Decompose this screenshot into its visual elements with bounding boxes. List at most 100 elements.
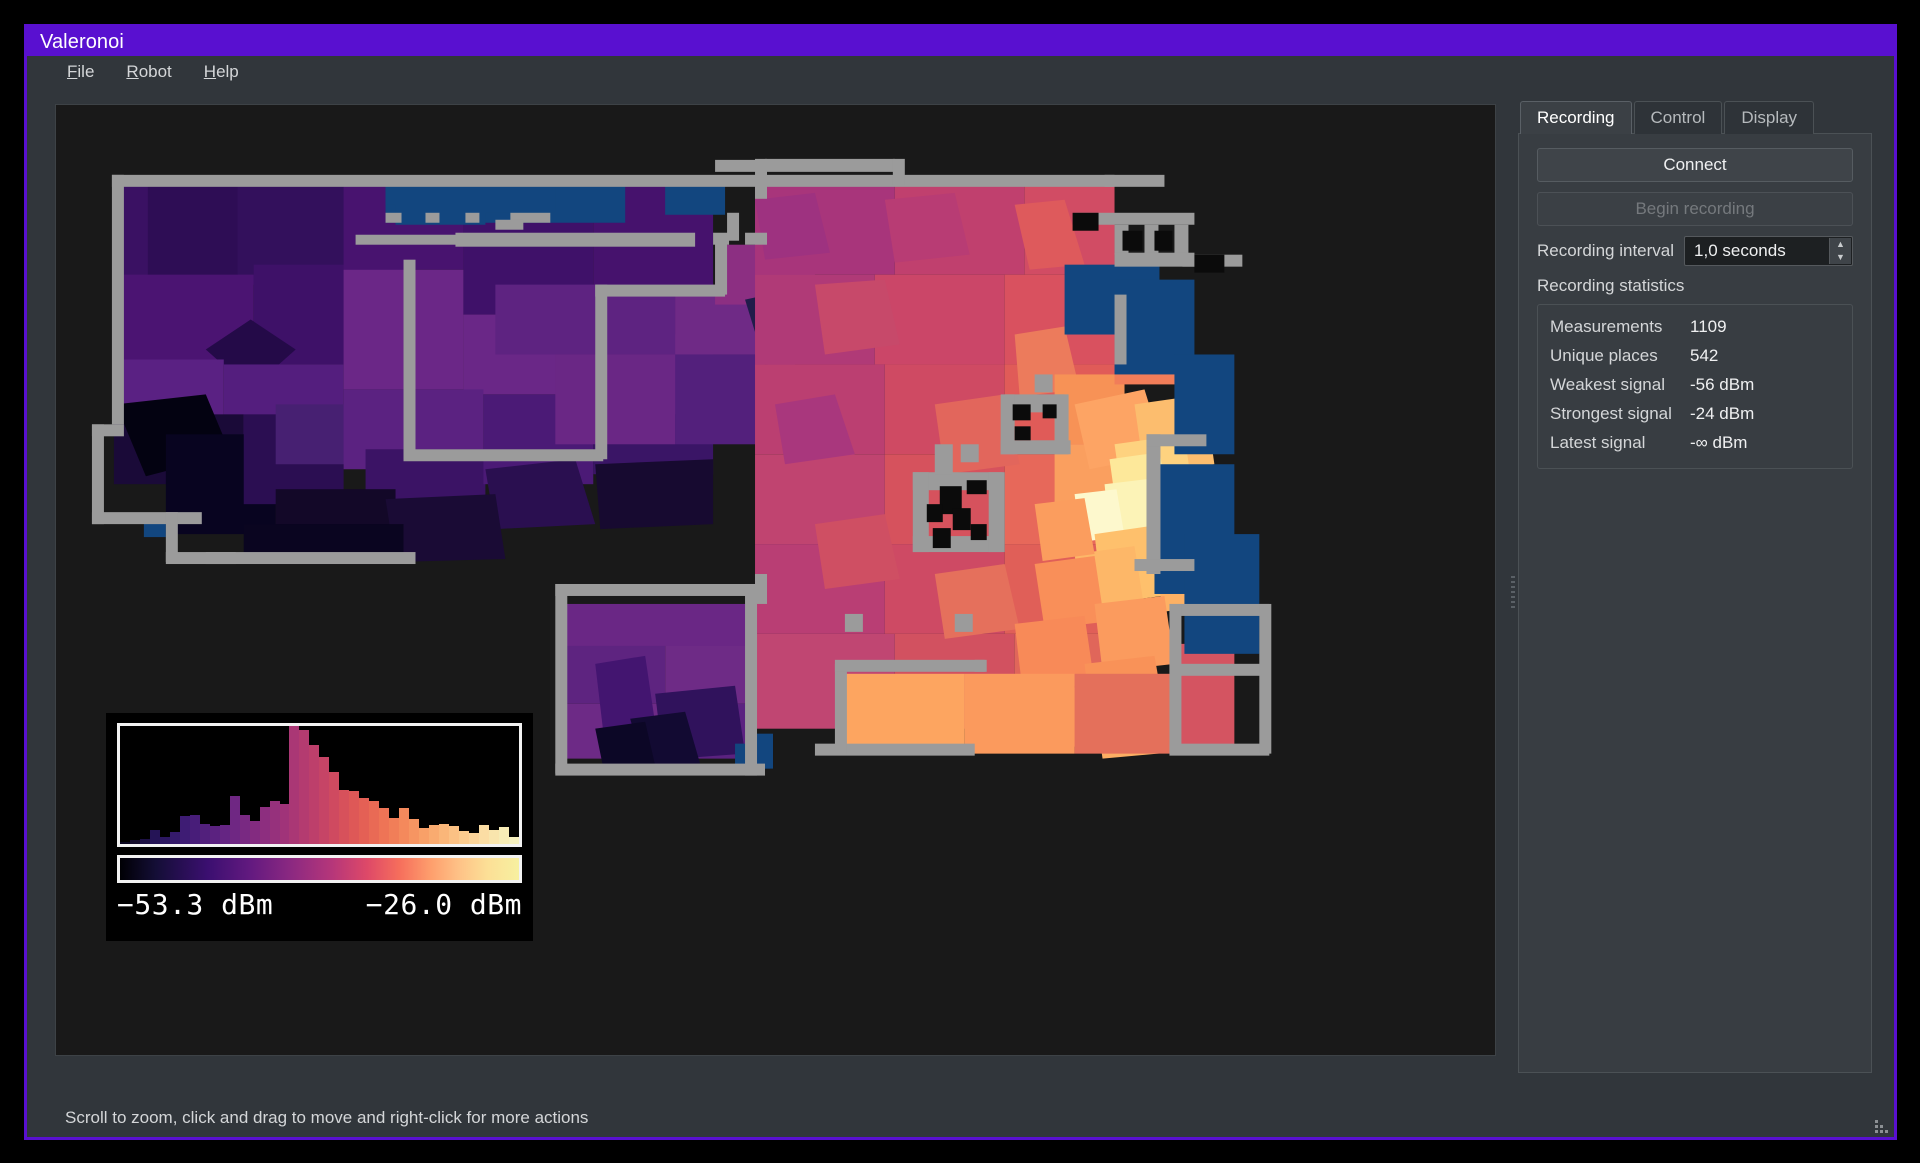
histogram-bar bbox=[439, 823, 449, 844]
histogram-bar bbox=[468, 833, 479, 844]
stat-key: Measurements bbox=[1550, 317, 1663, 336]
resize-grip-icon[interactable] bbox=[1870, 1115, 1888, 1133]
histogram-bar bbox=[309, 745, 320, 844]
histogram-bar bbox=[159, 836, 170, 844]
table-row: Measurements 1109 bbox=[1550, 313, 1840, 342]
histogram-bar bbox=[508, 836, 519, 844]
recording-interval-row: Recording interval 1,0 seconds ▲ ▼ bbox=[1537, 236, 1853, 266]
menu-bar: File Robot Help bbox=[27, 56, 1894, 87]
histogram-bar bbox=[189, 815, 200, 844]
histogram-bar bbox=[289, 726, 300, 844]
histogram-bar bbox=[389, 817, 400, 844]
tab-recording[interactable]: Recording bbox=[1520, 101, 1632, 134]
stat-key: Strongest signal bbox=[1550, 404, 1672, 423]
histogram-bar bbox=[409, 818, 420, 844]
window-client-area: File Robot Help −53.3 dBm −26.0 dBm Reco… bbox=[27, 56, 1894, 1137]
histogram-bar bbox=[488, 829, 499, 844]
histogram-bar bbox=[349, 791, 360, 844]
begin-recording-button-label: Begin recording bbox=[1635, 199, 1755, 218]
histogram-bar bbox=[478, 824, 489, 844]
histogram-bar bbox=[329, 771, 340, 844]
histogram-bar bbox=[448, 825, 459, 844]
tab-control[interactable]: Control bbox=[1633, 101, 1723, 134]
histogram-bar bbox=[239, 815, 250, 844]
histogram-bar bbox=[139, 839, 150, 844]
recording-statistics-box: Measurements 1109 Unique places 542 Weak… bbox=[1537, 304, 1853, 469]
panel-splitter[interactable] bbox=[1508, 87, 1518, 1098]
tab-bar: Recording Control Display bbox=[1518, 101, 1872, 134]
histogram-bar bbox=[219, 824, 230, 844]
histogram-bar bbox=[299, 729, 310, 844]
histogram-bar bbox=[359, 798, 370, 844]
signal-legend: −53.3 dBm −26.0 dBm bbox=[106, 713, 533, 941]
histogram-bar bbox=[498, 827, 509, 844]
histogram-bar bbox=[149, 829, 160, 844]
histogram-bar bbox=[169, 831, 180, 844]
stat-value: -24 dBm bbox=[1690, 404, 1755, 423]
table-row: Unique places 542 bbox=[1550, 342, 1840, 371]
histogram-bar bbox=[249, 821, 260, 844]
histogram-bar bbox=[369, 800, 380, 844]
connect-button[interactable]: Connect bbox=[1537, 148, 1853, 182]
stat-key: Unique places bbox=[1550, 346, 1658, 365]
application-window: Valeronoi File Robot Help −53.3 dBm −26.… bbox=[24, 24, 1897, 1140]
title-bar[interactable]: Valeronoi bbox=[27, 27, 1894, 56]
stat-value: 542 bbox=[1690, 346, 1719, 365]
histogram-bar bbox=[319, 757, 330, 844]
connect-button-label: Connect bbox=[1663, 155, 1727, 174]
tab-display[interactable]: Display bbox=[1724, 101, 1815, 134]
histogram-bar bbox=[339, 789, 350, 844]
signal-histogram bbox=[117, 723, 522, 847]
table-row: Latest signal -∞ dBm bbox=[1550, 429, 1840, 458]
stat-value: 1109 bbox=[1690, 317, 1727, 336]
table-row: Weakest signal -56 dBm bbox=[1550, 371, 1840, 400]
legend-min-label: −53.3 dBm bbox=[117, 888, 274, 921]
histogram-bar bbox=[179, 816, 190, 844]
tab-control-label: Control bbox=[1650, 108, 1706, 127]
menu-help[interactable]: Help bbox=[202, 60, 241, 83]
histogram-bar bbox=[129, 840, 140, 844]
spinner-arrows: ▲ ▼ bbox=[1829, 238, 1851, 264]
stat-value: -∞ dBm bbox=[1690, 433, 1748, 452]
legend-labels: −53.3 dBm −26.0 dBm bbox=[117, 888, 522, 921]
recording-statistics-title: Recording statistics bbox=[1537, 276, 1685, 295]
recording-interval-spinner[interactable]: 1,0 seconds ▲ ▼ bbox=[1684, 236, 1853, 266]
histogram-bar bbox=[399, 807, 410, 844]
stat-value: -56 dBm bbox=[1690, 375, 1755, 394]
tab-display-label: Display bbox=[1741, 108, 1798, 127]
window-title: Valeronoi bbox=[40, 30, 124, 53]
histogram-bar bbox=[120, 841, 130, 844]
histogram-bar bbox=[269, 800, 280, 844]
spinner-down-icon[interactable]: ▼ bbox=[1830, 251, 1851, 264]
recording-interval-label: Recording interval bbox=[1537, 241, 1675, 260]
stat-key: Latest signal bbox=[1550, 433, 1646, 452]
histogram-bar bbox=[199, 823, 210, 844]
recording-tab-pane: Connect Begin recording Recording interv… bbox=[1518, 133, 1872, 1073]
recording-interval-value: 1,0 seconds bbox=[1694, 241, 1786, 260]
status-message: Scroll to zoom, click and drag to move a… bbox=[65, 1108, 589, 1127]
central-area: −53.3 dBm −26.0 dBm Recording Control Di… bbox=[27, 87, 1894, 1098]
begin-recording-button[interactable]: Begin recording bbox=[1537, 192, 1853, 226]
colorbar bbox=[117, 855, 522, 883]
histogram-bar bbox=[229, 795, 240, 844]
tab-recording-label: Recording bbox=[1537, 108, 1615, 127]
histogram-bar bbox=[279, 804, 290, 844]
side-panel: Recording Control Display Connect Begin … bbox=[1518, 87, 1894, 1098]
map-view[interactable]: −53.3 dBm −26.0 dBm bbox=[55, 104, 1496, 1056]
histogram-bar bbox=[379, 807, 390, 844]
map-panel: −53.3 dBm −26.0 dBm bbox=[27, 87, 1508, 1098]
menu-robot[interactable]: Robot bbox=[124, 60, 173, 83]
status-bar: Scroll to zoom, click and drag to move a… bbox=[27, 1099, 1894, 1137]
histogram-bar bbox=[419, 828, 430, 844]
stat-key: Weakest signal bbox=[1550, 375, 1665, 394]
spinner-up-icon[interactable]: ▲ bbox=[1830, 238, 1851, 251]
legend-max-label: −26.0 dBm bbox=[365, 888, 522, 921]
menu-file[interactable]: File bbox=[65, 60, 96, 83]
histogram-bar bbox=[259, 806, 270, 844]
histogram-bar bbox=[209, 825, 220, 844]
histogram-bars bbox=[120, 726, 519, 844]
histogram-bar bbox=[429, 824, 439, 844]
splitter-grip-icon bbox=[1511, 575, 1515, 610]
table-row: Strongest signal -24 dBm bbox=[1550, 400, 1840, 429]
histogram-bar bbox=[458, 830, 469, 844]
